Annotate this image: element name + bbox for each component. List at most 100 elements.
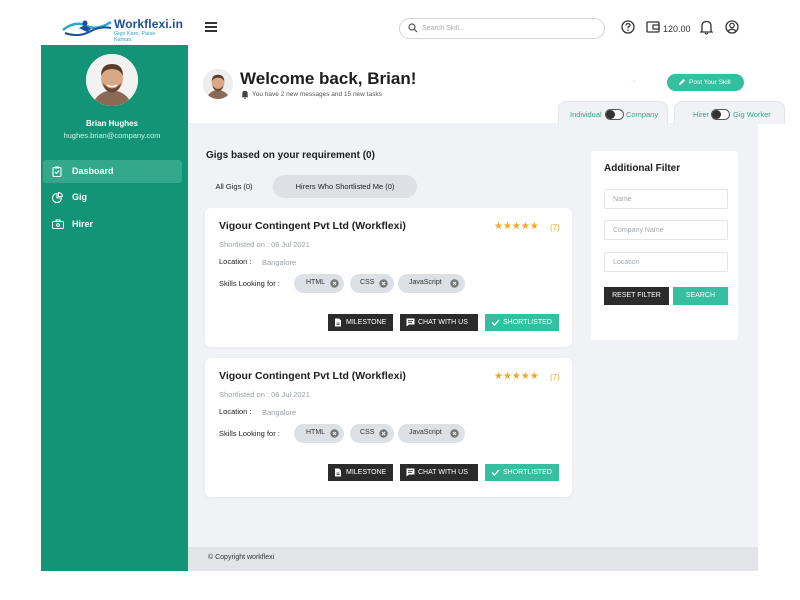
search-input[interactable] — [422, 22, 597, 35]
shortlisted-button[interactable]: SHORTLISTED — [485, 464, 559, 481]
tab-hirers-shortlisted[interactable]: Hirers Who Shortlisted Me (0) — [273, 175, 417, 198]
user-profile-icon[interactable] — [725, 20, 739, 34]
location-value: Bangalore — [262, 408, 297, 417]
remove-chip-icon[interactable] — [379, 279, 388, 288]
milestone-label: MILESTONE — [346, 318, 387, 326]
skill-chip-label: CSS — [360, 429, 375, 436]
hamburger-menu-icon[interactable] — [205, 22, 217, 32]
additional-filter-panel: Additional Filter RESET FILTER SEARCH — [591, 151, 738, 340]
chat-with-us-button[interactable]: CHAT WITH US — [400, 464, 478, 481]
skill-chip: CSS — [350, 274, 394, 293]
account-type-switch[interactable] — [605, 109, 624, 120]
company-name[interactable]: Vigour Contingent Pvt Ltd (Workflexi) — [219, 220, 406, 232]
footer: © Copyright workflexi — [188, 547, 758, 571]
toggle-label-company: Company — [626, 110, 659, 119]
tab-label: Hirers Who Shortlisted Me (0) — [295, 182, 395, 191]
help-icon[interactable] — [621, 20, 635, 34]
brand-name: Workflexi.in — [114, 17, 183, 31]
post-your-skill-label: Post Your Skill — [689, 78, 731, 86]
sidebar: Brian Hughes hughes.brian@company.com Da… — [41, 45, 188, 571]
pie-chart-icon — [52, 192, 63, 203]
top-bar: Workflexi.in Gigs Karo, Paise Kamao 120.… — [41, 10, 758, 46]
section-title: Gigs based on your requirement (0) — [206, 150, 375, 161]
skill-chip: CSS — [350, 424, 394, 443]
skill-chip: HTML — [294, 424, 344, 443]
skills-label: Skills Looking for : — [219, 279, 280, 288]
filter-title: Additional Filter — [604, 163, 681, 174]
document-icon — [335, 468, 341, 477]
location-label: Location : — [219, 407, 252, 416]
logo-swoosh-icon — [62, 20, 112, 37]
remove-chip-icon[interactable] — [379, 429, 388, 438]
milestone-button[interactable]: MILESTONE — [328, 464, 393, 481]
app-window: Workflexi.in Gigs Karo, Paise Kamao 120.… — [41, 10, 785, 571]
rating-count: (7) — [550, 373, 560, 382]
check-icon — [491, 319, 500, 326]
milestone-label: MILESTONE — [346, 468, 387, 476]
name-filter-input[interactable] — [604, 189, 728, 209]
avatar-portrait-icon — [203, 69, 233, 99]
welcome-subtitle: You have 2 new messages and 15 new tasks — [252, 91, 382, 98]
post-your-skill-button[interactable]: Post Your Skill — [667, 74, 744, 91]
sidebar-item-dashboard[interactable]: Dasboard — [43, 160, 182, 183]
chat-label: CHAT WITH US — [418, 468, 468, 476]
remove-chip-icon[interactable] — [330, 429, 339, 438]
user-avatar-large[interactable] — [86, 54, 138, 106]
sidebar-item-label: Gig — [72, 192, 87, 202]
milestone-button[interactable]: MILESTONE — [328, 314, 393, 331]
shortlisted-label: SHORTLISTED — [503, 468, 552, 476]
wallet-icon[interactable] — [646, 20, 660, 34]
sidebar-item-label: Hirer — [72, 219, 94, 229]
toggle-label-gig-worker: Gig Worker — [733, 110, 771, 119]
user-avatar-small[interactable] — [203, 69, 233, 99]
main-content: Welcome back, Brian! You have 2 new mess… — [188, 45, 785, 571]
skill-chip: HTML — [294, 274, 344, 293]
brand-logo[interactable]: Workflexi.in Gigs Karo, Paise Kamao — [61, 16, 183, 43]
tab-label: All Gigs (0) — [215, 182, 253, 191]
tab-all-gigs[interactable]: All Gigs (0) — [204, 175, 264, 198]
rating-stars: ★★★★★ — [494, 221, 539, 232]
search-bar — [399, 18, 605, 39]
skill-chip-label: HTML — [306, 279, 326, 286]
shortlisted-label: SHORTLISTED — [503, 318, 552, 326]
account-type-toggle-card: Individual Company — [558, 101, 668, 124]
status-tick-icon: ˈ — [633, 81, 636, 88]
gig-card: Vigour Contingent Pvt Ltd (Workflexi) ★★… — [205, 208, 572, 347]
skill-chip: JavaScript — [398, 424, 465, 443]
role-switch[interactable] — [711, 109, 730, 120]
bell-icon[interactable] — [700, 20, 713, 35]
role-toggle-card: Hirer Gig Worker — [674, 101, 785, 124]
user-email: hughes.brian@company.com — [63, 131, 161, 140]
location-filter-input[interactable] — [604, 252, 728, 272]
skill-chip-label: JavaScript — [409, 279, 442, 286]
remove-chip-icon[interactable] — [450, 429, 459, 438]
remove-chip-icon[interactable] — [330, 279, 339, 288]
location-label: Location : — [219, 257, 252, 266]
gig-card: Vigour Contingent Pvt Ltd (Workflexi) ★★… — [205, 358, 572, 497]
briefcase-icon — [52, 219, 64, 229]
toggle-label-hirer: Hirer — [693, 110, 710, 119]
skill-chip-label: JavaScript — [409, 429, 442, 436]
check-icon — [491, 469, 500, 476]
rating-stars: ★★★★★ — [494, 371, 539, 382]
avatar-portrait-icon — [86, 54, 138, 106]
shortlisted-button[interactable]: SHORTLISTED — [485, 314, 559, 331]
search-icon — [408, 23, 418, 33]
clipboard-icon — [52, 166, 62, 177]
brand-tagline: Gigs Karo, Paise Kamao — [114, 31, 156, 43]
shortlisted-date: Shortlisted on : 06 Jul 2021 — [219, 390, 310, 399]
sidebar-item-label: Dasboard — [72, 166, 114, 176]
sidebar-item-gig[interactable]: Gig — [43, 186, 182, 209]
search-button[interactable]: SEARCH — [673, 287, 728, 305]
company-name-filter-input[interactable] — [604, 220, 728, 240]
skill-chip-label: HTML — [306, 429, 326, 436]
pencil-icon — [679, 79, 685, 85]
welcome-header: Welcome back, Brian! You have 2 new mess… — [188, 45, 785, 124]
chat-with-us-button[interactable]: CHAT WITH US — [400, 314, 478, 331]
remove-chip-icon[interactable] — [450, 279, 459, 288]
sidebar-item-hirer[interactable]: Hirer — [43, 213, 182, 236]
skill-chip: JavaScript — [398, 274, 465, 293]
company-name[interactable]: Vigour Contingent Pvt Ltd (Workflexi) — [219, 370, 406, 382]
reset-filter-button[interactable]: RESET FILTER — [604, 287, 669, 305]
chat-label: CHAT WITH US — [418, 318, 468, 326]
